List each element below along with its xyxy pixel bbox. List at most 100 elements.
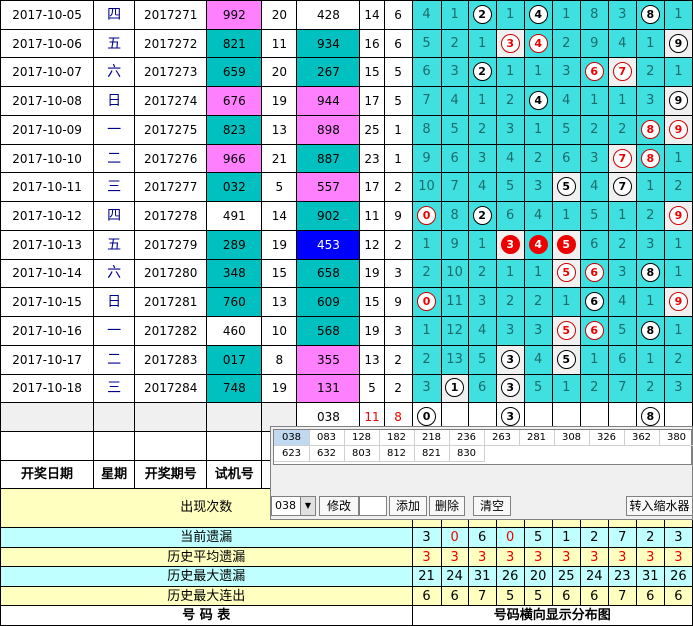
distribution-cell: 3	[635, 86, 665, 116]
weekday: 六	[93, 258, 136, 289]
distribution-cell: 2	[635, 373, 665, 404]
combination-item[interactable]: 281	[519, 430, 555, 446]
number-ball: 4	[528, 234, 548, 254]
distribution-cell: 1	[579, 344, 609, 375]
header-week: 星期	[93, 459, 136, 490]
distribution-cell: 2	[523, 287, 553, 318]
weekday: 六	[93, 57, 136, 88]
span-value: 1	[383, 143, 413, 174]
distribution-cell: 4	[495, 143, 525, 174]
combination-item[interactable]: 803	[344, 446, 380, 462]
stats-value: 7	[467, 585, 497, 607]
modify-button[interactable]: 修改	[319, 496, 359, 516]
distribution-cell: 1	[635, 172, 665, 203]
distribution-cell: 1	[579, 86, 609, 116]
number-ball: 9	[668, 292, 688, 312]
distribution-cell: 6	[495, 201, 525, 231]
issue-number: 2017275	[134, 114, 208, 145]
distribution-cell: 1	[663, 0, 693, 30]
draw-number: 428	[296, 0, 361, 30]
distribution-cell: 8	[411, 114, 442, 145]
distribution-cell: 3	[607, 258, 637, 289]
distribution-cell: 3	[495, 229, 525, 260]
number-input[interactable]	[359, 496, 387, 516]
blank-cell	[206, 431, 263, 461]
test-sum: 11	[261, 28, 298, 59]
combination-item[interactable]: 308	[554, 430, 590, 446]
stats-label: 当前遗漏	[0, 527, 413, 548]
chevron-down-icon[interactable]: ▼	[300, 497, 315, 515]
combination-item[interactable]: 083	[309, 430, 345, 446]
panel-controls: 038 ▼ 修改 添加 删除 清空 转入缩水器	[271, 495, 693, 519]
combination-item[interactable]: 632	[309, 446, 345, 462]
stats-value: 1	[551, 527, 581, 548]
distribution-cell: 0	[411, 287, 442, 318]
distribution-cell: 9	[663, 114, 693, 145]
combination-item[interactable]: 038	[274, 430, 310, 446]
combination-item[interactable]: 362	[624, 430, 660, 446]
stats-value: 3	[663, 546, 693, 568]
distribution-cell: 2	[523, 143, 553, 174]
distribution-cell: 3	[551, 57, 581, 88]
combination-item[interactable]: 182	[379, 430, 415, 446]
stats-value: 6	[411, 585, 442, 607]
distribution-cell: 1	[523, 57, 553, 88]
number-ball: 8	[640, 263, 660, 283]
table-row: 2017-10-17 二 2017283 017 8 355 13 2 2 13 5 3 4 5 1 6 1 2	[0, 344, 693, 375]
combination-item[interactable]: 821	[414, 446, 450, 462]
distribution-cell: 2	[495, 287, 525, 318]
number-ball: 6	[584, 320, 604, 340]
number-ball: 2	[472, 206, 492, 225]
stats-value: 20	[523, 566, 553, 587]
test-sum: 15	[261, 258, 298, 289]
combination-select[interactable]: 038 ▼	[271, 496, 316, 516]
distribution-cell: 1	[523, 258, 553, 289]
sum-value: 16	[359, 28, 385, 59]
distribution-cell: 2	[663, 172, 693, 203]
distribution-cell: 6	[579, 229, 609, 260]
combination-item[interactable]: 380	[659, 430, 693, 446]
distribution-cell: 1	[607, 86, 637, 116]
distribution-cell: 6	[440, 143, 469, 174]
distribution-cell: 5	[551, 316, 581, 346]
draw-date: 2017-10-13	[0, 229, 95, 260]
number-ball: 3	[500, 33, 520, 53]
draw-date: 2017-10-18	[0, 373, 95, 404]
distribution-cell: 1	[663, 316, 693, 346]
delete-button[interactable]: 删除	[429, 496, 465, 516]
draw-date: 2017-10-11	[0, 172, 95, 203]
stats-value: 6	[635, 585, 665, 607]
transfer-to-filter-button[interactable]: 转入缩水器	[626, 496, 693, 516]
distribution-cell: 5	[579, 201, 609, 231]
combination-item[interactable]: 218	[414, 430, 450, 446]
number-ball: 5	[556, 234, 576, 254]
draw-number: 898	[296, 114, 361, 145]
distribution-cell: 1	[663, 143, 693, 174]
distribution-cell: 7	[440, 172, 469, 203]
combination-list[interactable]: 038 083 128 182 218 236 263 281 308 326 362 380 623 6…	[273, 429, 693, 465]
test-number: 460	[206, 316, 263, 346]
distribution-cell: 4	[607, 28, 637, 59]
issue-number: 2017271	[134, 0, 208, 30]
combination-item[interactable]: 326	[589, 430, 625, 446]
test-number: 823	[206, 114, 263, 145]
sum-value: 13	[359, 344, 385, 375]
add-button[interactable]: 添加	[389, 496, 427, 516]
combination-item[interactable]: 623	[274, 446, 310, 462]
combination-item[interactable]: 128	[344, 430, 380, 446]
number-ball: 3	[500, 407, 520, 427]
stats-value: 3	[663, 527, 693, 548]
combination-item[interactable]: 263	[484, 430, 520, 446]
clear-button[interactable]: 清空	[473, 496, 511, 516]
weekday: 四	[93, 0, 136, 30]
combination-item[interactable]: 830	[449, 446, 485, 462]
table-row: 2017-10-05 四 2017271 992 20 428 14 6 4 1 2 1 4 1 8 3 8 1	[0, 0, 693, 30]
distribution-cell: 1	[635, 287, 665, 318]
distribution-cell: 4	[579, 172, 609, 203]
sum-value: 19	[359, 258, 385, 289]
stats-value: 0	[440, 527, 469, 548]
combination-item[interactable]: 236	[449, 430, 485, 446]
combination-item[interactable]: 812	[379, 446, 415, 462]
issue-number: 2017274	[134, 86, 208, 116]
table-row: 2017-10-16 一 2017282 460 10 568 19 3 1 12 4 3 3 5 6 5 8 1	[0, 316, 693, 346]
